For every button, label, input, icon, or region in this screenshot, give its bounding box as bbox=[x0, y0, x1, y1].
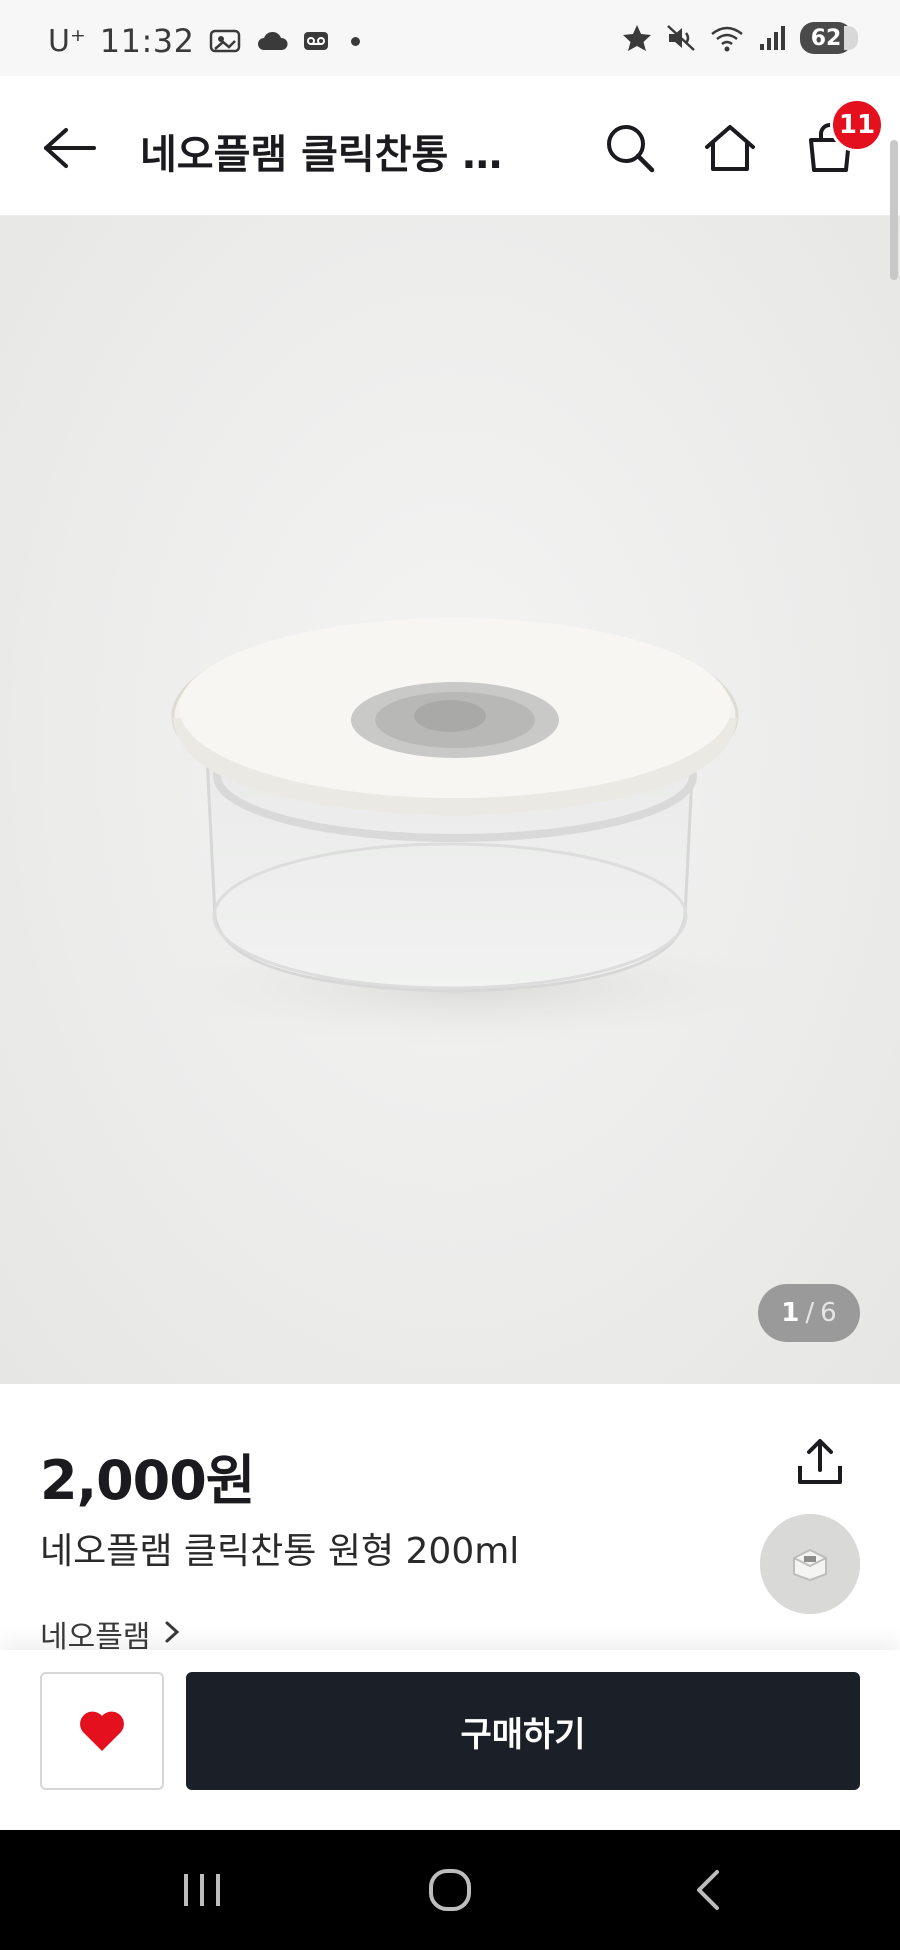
heart-icon bbox=[80, 1711, 124, 1751]
scrollbar[interactable] bbox=[890, 140, 898, 280]
mute-icon bbox=[666, 24, 696, 52]
buy-button[interactable]: 구매하기 bbox=[186, 1672, 860, 1790]
signal-icon bbox=[758, 24, 786, 52]
app-header: 네오플램 클릭찬통 원형 200ml bbox=[0, 76, 900, 216]
counter-total: 6 bbox=[820, 1298, 837, 1328]
image-counter: 1 / 6 bbox=[758, 1284, 860, 1342]
counter-current: 1 bbox=[781, 1298, 800, 1328]
chevron-right-icon bbox=[164, 1617, 180, 1652]
dot-icon bbox=[350, 36, 360, 46]
cart-badge: 11 bbox=[830, 98, 884, 152]
status-right: 62 bbox=[622, 22, 858, 54]
wifi-icon bbox=[710, 24, 744, 52]
back-arrow-icon[interactable] bbox=[36, 114, 104, 182]
status-bar: U⁺ 11:32 62 bbox=[0, 0, 900, 76]
status-left: U⁺ 11:32 bbox=[48, 22, 360, 60]
home-icon[interactable] bbox=[696, 114, 764, 182]
product-image[interactable] bbox=[0, 216, 900, 1384]
container-illustration bbox=[160, 618, 780, 1046]
share-icon[interactable] bbox=[790, 1432, 850, 1492]
clock: 11:32 bbox=[99, 22, 195, 60]
system-nav-bar bbox=[0, 1830, 900, 1950]
voicemail-icon bbox=[303, 30, 329, 52]
action-bar: 구매하기 bbox=[0, 1650, 900, 1830]
cloud-icon bbox=[255, 30, 289, 52]
like-button[interactable] bbox=[40, 1672, 164, 1790]
page-title: 네오플램 클릭찬통 원형 200ml bbox=[140, 132, 530, 178]
carrier-label: U⁺ bbox=[48, 23, 86, 59]
product-name: 네오플램 클릭찬통 원형 200ml bbox=[40, 1531, 520, 1572]
product-info: 2,000원 네오플램 클릭찬통 원형 200ml 네오플램 bbox=[0, 1384, 900, 1655]
nav-back-icon[interactable] bbox=[678, 1860, 738, 1920]
home-circle-icon[interactable] bbox=[420, 1860, 480, 1920]
star-icon bbox=[622, 24, 652, 52]
product-price: 2,000원 bbox=[40, 1449, 255, 1512]
recent-apps-icon[interactable] bbox=[172, 1860, 232, 1920]
product-thumbnail[interactable] bbox=[760, 1514, 860, 1614]
search-icon[interactable] bbox=[596, 114, 664, 182]
gallery-icon bbox=[209, 27, 241, 55]
battery-icon: 62 bbox=[800, 22, 858, 54]
counter-separator: / bbox=[805, 1298, 815, 1328]
